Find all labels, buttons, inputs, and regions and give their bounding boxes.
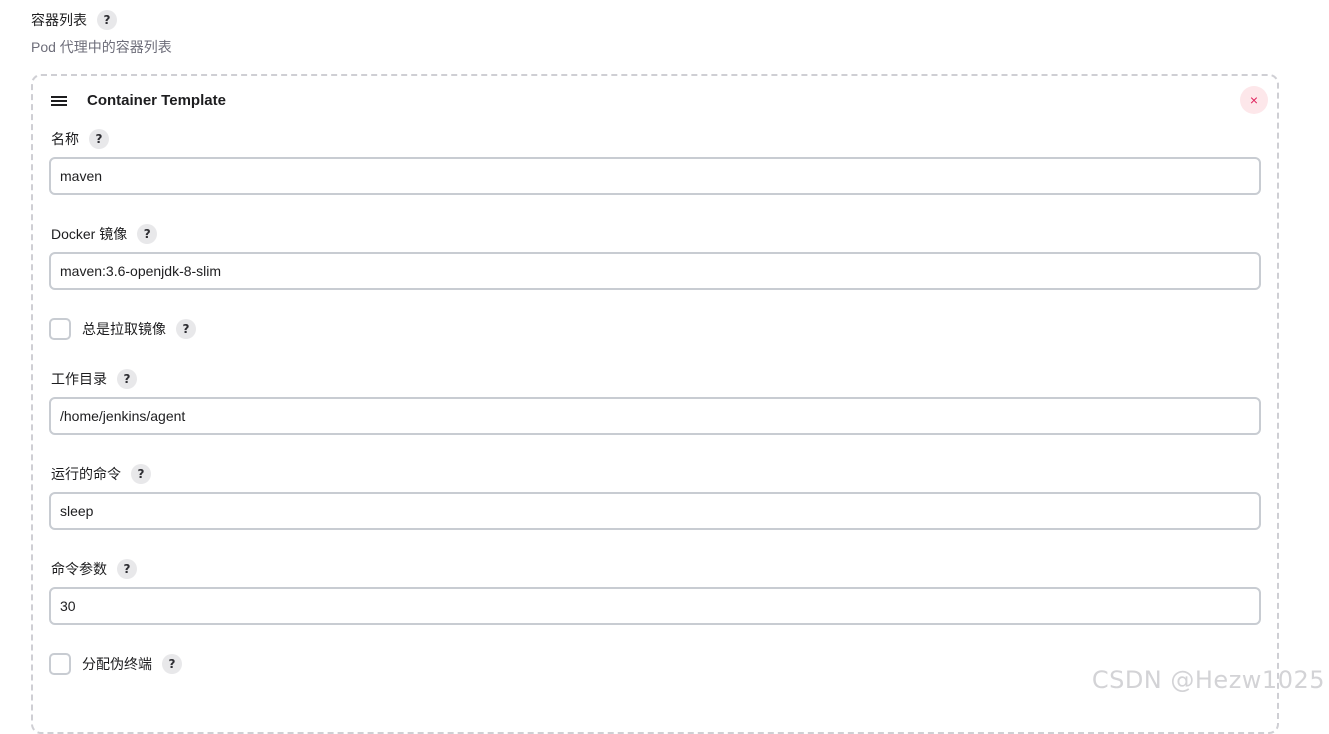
help-icon[interactable]: ?: [131, 464, 151, 484]
container-list-title: 容器列表 ?: [31, 10, 117, 30]
tty-checkbox[interactable]: [49, 653, 71, 675]
container-list-title-text: 容器列表: [31, 12, 87, 28]
help-icon[interactable]: ?: [176, 319, 196, 339]
command-label: 运行的命令 ?: [51, 464, 151, 484]
name-input[interactable]: [49, 157, 1261, 195]
args-label: 命令参数 ?: [51, 559, 137, 579]
container-template-card: Container Template × 名称 ? Docker 镜像 ? 总是…: [31, 74, 1279, 734]
container-list-description: Pod 代理中的容器列表: [31, 39, 172, 55]
args-label-text: 命令参数: [51, 561, 107, 577]
working-dir-input[interactable]: [49, 397, 1261, 435]
help-icon[interactable]: ?: [97, 10, 117, 30]
working-dir-label: 工作目录 ?: [51, 369, 137, 389]
command-label-text: 运行的命令: [51, 466, 121, 482]
card-title: Container Template: [87, 92, 226, 109]
help-icon[interactable]: ?: [117, 369, 137, 389]
close-icon: ×: [1249, 92, 1259, 108]
always-pull-checkbox[interactable]: [49, 318, 71, 340]
tty-row: 分配伪终端 ?: [49, 653, 182, 675]
drag-handle-icon[interactable]: [51, 94, 67, 108]
docker-image-input[interactable]: [49, 252, 1261, 290]
command-input[interactable]: [49, 492, 1261, 530]
working-dir-label-text: 工作目录: [51, 371, 107, 387]
help-icon[interactable]: ?: [162, 654, 182, 674]
docker-image-label: Docker 镜像 ?: [51, 224, 158, 244]
card-header: Container Template: [51, 92, 226, 109]
name-label: 名称 ?: [51, 129, 109, 149]
args-input[interactable]: [49, 587, 1261, 625]
delete-container-button[interactable]: ×: [1240, 86, 1268, 114]
always-pull-row: 总是拉取镜像 ?: [49, 318, 196, 340]
help-icon[interactable]: ?: [137, 224, 158, 244]
watermark: CSDN @Hezw1025: [1091, 666, 1325, 694]
tty-label: 分配伪终端: [82, 656, 152, 672]
name-label-text: 名称: [51, 131, 79, 147]
docker-image-label-text: Docker 镜像: [51, 226, 128, 242]
always-pull-label: 总是拉取镜像: [82, 321, 166, 337]
help-icon[interactable]: ?: [89, 129, 109, 149]
help-icon[interactable]: ?: [117, 559, 137, 579]
